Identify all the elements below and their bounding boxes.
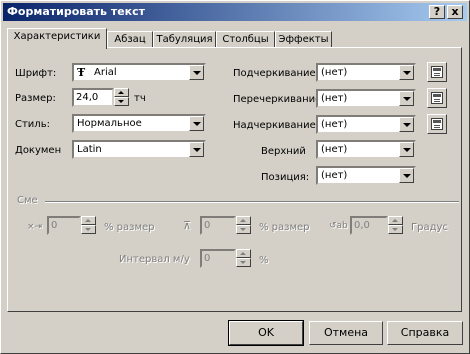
ok-button[interactable]: OK — [228, 320, 304, 346]
edit-icon — [431, 118, 443, 130]
chevron-down-icon[interactable] — [399, 117, 414, 132]
chevron-down-icon[interactable] — [189, 65, 204, 80]
vertical-shift-stepper[interactable] — [236, 216, 251, 235]
angle-stepper[interactable] — [388, 216, 403, 235]
uppercase-value: (нет) — [321, 144, 348, 155]
overline-label: Надчеркивание: — [233, 120, 320, 131]
size-down-arrow-icon[interactable] — [114, 97, 129, 106]
chevron-down-icon[interactable] — [189, 142, 204, 157]
font-value: Arial — [94, 67, 117, 78]
chevron-down-icon[interactable] — [399, 142, 414, 157]
tab-tabulation[interactable]: Табуляция — [153, 31, 216, 48]
size-input[interactable]: 24,0 — [72, 88, 114, 107]
horizontal-shift-stepper[interactable] — [81, 216, 96, 235]
title-bar: Форматировать текст ? x — [3, 3, 467, 21]
size-label: Размер: — [15, 93, 56, 104]
v-up-arrow-icon[interactable] — [236, 216, 251, 225]
strikethrough-edit-button[interactable] — [427, 88, 447, 108]
font-select[interactable]: Ŧ Arial — [72, 63, 206, 82]
angle-unit: Градус — [411, 222, 448, 233]
tab-paragraph[interactable]: Абзац — [107, 31, 153, 48]
tab-characteristics[interactable]: Характеристики — [7, 28, 107, 49]
underline-select[interactable]: (нет) — [316, 63, 416, 82]
vertical-shift-input[interactable]: 0 — [200, 216, 236, 235]
interval-stepper[interactable] — [236, 249, 251, 268]
style-value: Нормальное — [77, 118, 142, 129]
window-title: Форматировать текст — [7, 5, 146, 18]
tab-columns[interactable]: Столбцы — [216, 31, 275, 48]
shift-group-label: Сме — [17, 195, 38, 206]
shift-group-divider — [45, 201, 459, 203]
position-label: Позиция: — [261, 172, 310, 183]
document-label: Докумен — [15, 145, 62, 156]
edit-icon — [431, 92, 443, 104]
chevron-down-icon[interactable] — [399, 65, 414, 80]
position-value: (нет) — [321, 170, 348, 181]
interval-down-arrow-icon[interactable] — [236, 258, 251, 267]
close-title-button[interactable]: x — [447, 5, 463, 19]
chevron-down-icon[interactable] — [399, 168, 414, 183]
chevron-down-icon[interactable] — [399, 91, 414, 106]
vertical-shift-icon: ⊼ — [183, 219, 192, 232]
interval-unit: % — [259, 255, 269, 266]
size-unit: тч — [134, 93, 146, 104]
strikethrough-select[interactable]: (нет) — [316, 89, 416, 108]
overline-value: (нет) — [321, 119, 348, 130]
truetype-icon: Ŧ — [77, 66, 86, 79]
horizontal-shift-unit: % размер — [104, 222, 155, 233]
horizontal-shift-icon: ×⇥ — [27, 222, 43, 232]
position-select[interactable]: (нет) — [316, 166, 416, 185]
script-value: Latin — [77, 144, 102, 155]
overline-select[interactable]: (нет) — [316, 115, 416, 134]
rotate-icon: ↺ab — [329, 221, 348, 231]
style-select[interactable]: Нормальное — [72, 114, 206, 133]
edit-icon — [431, 66, 443, 78]
style-label: Стиль: — [15, 119, 50, 130]
angle-down-arrow-icon[interactable] — [388, 225, 403, 234]
help-button[interactable]: Справка — [387, 321, 463, 345]
underline-value: (нет) — [321, 67, 348, 78]
angle-up-arrow-icon[interactable] — [388, 216, 403, 225]
tab-effects[interactable]: Эффекты — [275, 31, 332, 48]
interval-input[interactable]: 0 — [200, 249, 236, 268]
font-label: Шрифт: — [15, 68, 57, 79]
size-stepper[interactable] — [114, 88, 129, 107]
size-up-arrow-icon[interactable] — [114, 88, 129, 97]
script-select[interactable]: Latin — [72, 140, 206, 159]
interval-up-arrow-icon[interactable] — [236, 249, 251, 258]
interval-label: Интервал м/у — [119, 254, 190, 265]
h-up-arrow-icon[interactable] — [81, 216, 96, 225]
uppercase-label: Верхний — [261, 146, 306, 157]
horizontal-shift-input[interactable]: 0 — [47, 216, 81, 235]
overline-edit-button[interactable] — [427, 114, 447, 134]
angle-input[interactable]: 0,0 — [350, 216, 388, 235]
cancel-button[interactable]: Отмена — [309, 321, 383, 345]
vertical-shift-unit: % размер — [259, 222, 310, 233]
format-text-dialog: Форматировать текст ? x Характеристики А… — [0, 0, 470, 354]
underline-label: Подчеркивание: — [233, 68, 320, 79]
strikethrough-value: (нет) — [321, 93, 348, 104]
strikethrough-label: Перечеркивание — [233, 94, 317, 105]
uppercase-select[interactable]: (нет) — [316, 140, 416, 159]
h-down-arrow-icon[interactable] — [81, 225, 96, 234]
underline-edit-button[interactable] — [427, 62, 447, 82]
help-title-button[interactable]: ? — [429, 5, 445, 19]
chevron-down-icon[interactable] — [189, 116, 204, 131]
v-down-arrow-icon[interactable] — [236, 225, 251, 234]
